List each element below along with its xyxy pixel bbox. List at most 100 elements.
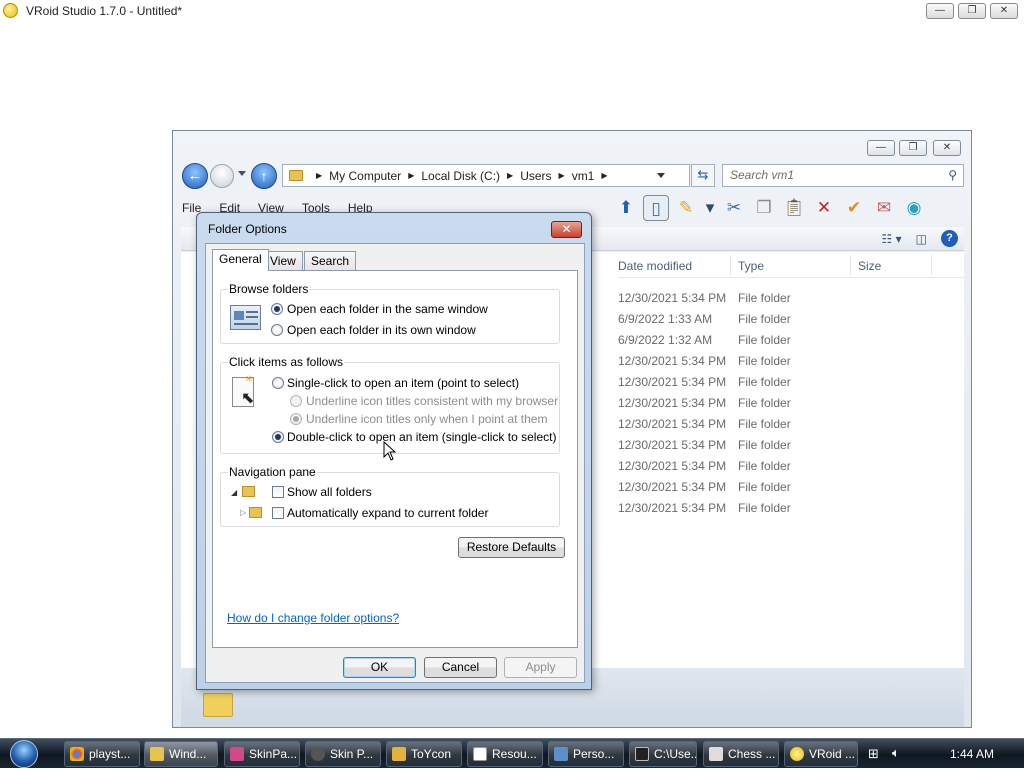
- dialog-close-button[interactable]: ✕: [551, 221, 582, 238]
- explorer-close-button[interactable]: ✕: [933, 140, 961, 156]
- expand-triangle-icon: ◢: [231, 488, 238, 497]
- clock[interactable]: 1:44 AM: [950, 747, 994, 761]
- own-window-radio[interactable]: [271, 324, 283, 336]
- single-click-radio[interactable]: [272, 377, 284, 389]
- chevron-right-icon[interactable]: ▶: [408, 171, 414, 180]
- taskbar-item[interactable]: C:\Use...: [629, 741, 697, 767]
- restore-button[interactable]: ❐: [958, 3, 986, 19]
- row-date: 12/30/2021 5:34 PM: [618, 438, 727, 452]
- archive-icon: [635, 747, 649, 761]
- explorer-minimize-button[interactable]: —: [867, 140, 895, 156]
- copy-icon[interactable]: ❐: [751, 195, 777, 221]
- help-link[interactable]: How do I change folder options?: [227, 611, 399, 625]
- column-type[interactable]: Type: [738, 259, 764, 273]
- folders-pane-icon[interactable]: ▯: [643, 195, 669, 221]
- single-click-label[interactable]: Single-click to open an item (point to s…: [287, 376, 519, 390]
- dropdown-arrow-icon[interactable]: ▾: [703, 195, 717, 221]
- table-row[interactable]: 6/9/2022 1:32 AM File folder: [618, 329, 918, 350]
- column-date-modified[interactable]: Date modified: [618, 259, 692, 273]
- table-row[interactable]: 12/30/2021 5:34 PM File folder: [618, 434, 918, 455]
- table-row[interactable]: 12/30/2021 5:34 PM File folder: [618, 413, 918, 434]
- forward-button[interactable]: [210, 164, 234, 188]
- auto-expand-checkbox[interactable]: [272, 507, 284, 519]
- preview-pane-icon[interactable]: ◫: [916, 232, 927, 246]
- taskbar-item[interactable]: VRoid ...: [784, 741, 858, 767]
- taskbar-item[interactable]: Wind...: [144, 741, 218, 767]
- breadcrumb-vm1[interactable]: vm1: [572, 169, 595, 183]
- table-row[interactable]: 12/30/2021 5:34 PM File folder: [618, 455, 918, 476]
- start-button[interactable]: [6, 739, 46, 769]
- auto-expand-label[interactable]: Automatically expand to current folder: [287, 506, 488, 520]
- help-icon[interactable]: ?: [941, 230, 958, 247]
- properties-check-icon[interactable]: ✔: [841, 195, 867, 221]
- table-row[interactable]: 12/30/2021 5:34 PM File folder: [618, 350, 918, 371]
- tab-general[interactable]: General: [212, 249, 269, 271]
- row-date: 12/30/2021 5:34 PM: [618, 354, 727, 368]
- tab-search[interactable]: Search: [304, 251, 357, 271]
- recent-pages-dropdown-icon[interactable]: [238, 171, 246, 176]
- same-window-radio[interactable]: [271, 303, 283, 315]
- refresh-button[interactable]: ⇆: [691, 164, 715, 187]
- volume-icon[interactable]: 🔈︎: [892, 745, 900, 761]
- table-row[interactable]: 6/9/2022 1:33 AM File folder: [618, 308, 918, 329]
- row-date: 12/30/2021 5:34 PM: [618, 501, 727, 515]
- views-icon[interactable]: ☷ ▾: [882, 232, 902, 246]
- up-folder-icon[interactable]: ⬆: [613, 195, 639, 221]
- chevron-right-icon[interactable]: ▶: [316, 171, 322, 180]
- taskbar-item[interactable]: playst...: [64, 741, 140, 767]
- row-type: File folder: [738, 480, 791, 494]
- network-icon[interactable]: ⊞: [868, 746, 879, 762]
- folder-options-icon[interactable]: ✎: [673, 195, 699, 221]
- address-bar[interactable]: ▶ My Computer ▶ Local Disk (C:) ▶ Users …: [282, 164, 690, 187]
- taskbar-item[interactable]: Chess ...: [703, 741, 779, 767]
- restore-defaults-button[interactable]: Restore Defaults: [458, 537, 565, 558]
- minimize-button[interactable]: —: [926, 3, 954, 19]
- table-row[interactable]: 12/30/2021 5:34 PM File folder: [618, 476, 918, 497]
- taskbar-item[interactable]: ToYcon: [386, 741, 462, 767]
- explorer-restore-button[interactable]: ❐: [899, 140, 927, 156]
- column-size[interactable]: Size: [858, 259, 881, 273]
- column-divider[interactable]: [850, 255, 851, 275]
- table-row[interactable]: 12/30/2021 5:34 PM File folder: [618, 371, 918, 392]
- chevron-right-icon[interactable]: ▶: [507, 171, 513, 180]
- cancel-button[interactable]: Cancel: [424, 657, 497, 678]
- click-items-label: Click items as follows: [228, 355, 345, 369]
- email-icon[interactable]: ✉: [871, 195, 897, 221]
- search-icon[interactable]: ⚲: [948, 165, 957, 186]
- breadcrumb-users[interactable]: Users: [520, 169, 551, 183]
- up-button[interactable]: ↑: [251, 163, 277, 189]
- address-dropdown-icon[interactable]: [657, 173, 665, 178]
- taskbar-item-label: SkinPa...: [249, 747, 298, 761]
- chevron-right-icon[interactable]: ▶: [601, 171, 607, 180]
- table-row[interactable]: 12/30/2021 5:34 PM File folder: [618, 497, 918, 518]
- close-button[interactable]: ✕: [990, 3, 1018, 19]
- back-button[interactable]: ←: [182, 163, 208, 189]
- chevron-right-icon[interactable]: ▶: [559, 171, 565, 180]
- column-divider[interactable]: [931, 255, 932, 275]
- ok-button[interactable]: OK: [343, 657, 416, 678]
- taskbar-item[interactable]: Perso...: [548, 741, 624, 767]
- taskbar-item[interactable]: SkinPa...: [224, 741, 300, 767]
- taskbar-item[interactable]: Resou...: [467, 741, 543, 767]
- search-input[interactable]: Search vm1 ⚲: [722, 164, 964, 187]
- chrome-icon: [70, 747, 84, 761]
- table-row[interactable]: 12/30/2021 5:34 PM File folder: [618, 287, 918, 308]
- double-click-label[interactable]: Double-click to open an item (single-cli…: [287, 430, 556, 444]
- column-divider[interactable]: [730, 255, 731, 275]
- network-icon[interactable]: ◉: [901, 195, 927, 221]
- breadcrumb-my-computer[interactable]: My Computer: [329, 169, 401, 183]
- tab-view[interactable]: View: [263, 251, 303, 271]
- delete-icon[interactable]: ✕: [811, 195, 837, 221]
- own-window-label[interactable]: Open each folder in its own window: [287, 323, 476, 337]
- taskbar-item[interactable]: Skin P...: [305, 741, 381, 767]
- chess-icon: [709, 747, 723, 761]
- cut-icon[interactable]: ✂: [721, 195, 747, 221]
- paste-icon[interactable]: 📋︎: [781, 195, 807, 221]
- show-all-folders-checkbox[interactable]: [272, 486, 284, 498]
- table-row[interactable]: 12/30/2021 5:34 PM File folder: [618, 392, 918, 413]
- window-preview-icon: [230, 305, 261, 330]
- double-click-radio[interactable]: [272, 431, 284, 443]
- same-window-label[interactable]: Open each folder in the same window: [287, 302, 488, 316]
- breadcrumb-local-disk[interactable]: Local Disk (C:): [421, 169, 500, 183]
- show-all-folders-label[interactable]: Show all folders: [287, 485, 372, 499]
